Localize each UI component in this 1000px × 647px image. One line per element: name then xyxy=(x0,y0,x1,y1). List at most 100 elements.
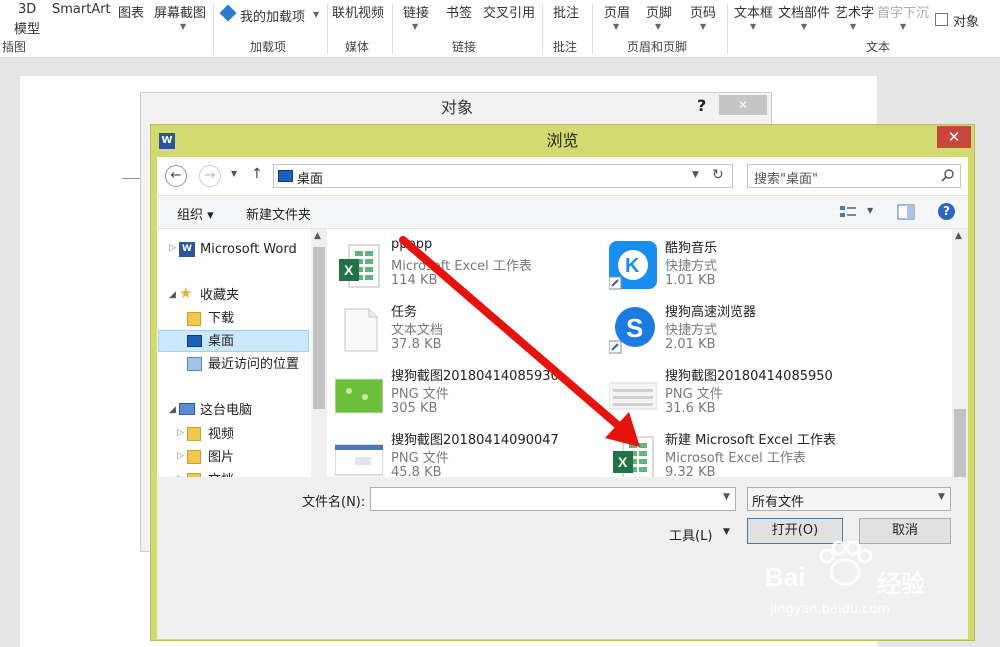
ribbon-separator xyxy=(592,4,593,54)
chevron-down-icon[interactable]: ▼ xyxy=(412,22,418,31)
filename-label: 文件名(N): xyxy=(302,495,366,510)
ribbon-separator xyxy=(327,4,328,54)
group-illustrations: 插图 xyxy=(2,40,27,54)
organize-button[interactable]: 组织 ▾ xyxy=(177,204,214,223)
ribbon-object[interactable]: 对象 xyxy=(953,11,979,30)
browse-titlebar[interactable]: W 浏览 ✕ xyxy=(151,125,974,157)
chevron-down-icon[interactable]: ▼ xyxy=(692,170,699,180)
ribbon-quick-parts[interactable]: 文档部件 xyxy=(778,2,830,21)
nav-this-pc[interactable]: 这台电脑 xyxy=(200,400,252,422)
nav-microsoft-word[interactable]: Microsoft Word xyxy=(200,239,297,261)
expand-icon[interactable]: ▷ xyxy=(177,428,184,438)
chevron-down-icon[interactable]: ▼ xyxy=(850,22,856,31)
filename-input[interactable]: ▼ xyxy=(370,487,736,511)
group-text: 文本 xyxy=(866,40,891,54)
scroll-up-icon[interactable]: ▲ xyxy=(955,231,962,241)
scroll-up-icon[interactable]: ▲ xyxy=(314,231,321,241)
margin-mark xyxy=(122,178,140,179)
ribbon: 3D 模型 SmartArt 图表 屏幕截图 ▼ 插图 我的加载项 ▼ 加载项 … xyxy=(0,0,1000,58)
new-folder-button[interactable]: 新建文件夹 xyxy=(246,204,311,223)
group-links: 链接 xyxy=(452,40,477,54)
close-button[interactable]: ✕ xyxy=(937,126,971,148)
nav-downloads[interactable]: 下载 xyxy=(208,308,234,330)
chevron-down-icon[interactable]: ▼ xyxy=(801,22,807,31)
baidu-watermark: Bai 经验 jingyan.baidu.com xyxy=(745,540,995,630)
ribbon-3d-model-line1[interactable]: 3D xyxy=(18,2,36,17)
chevron-down-icon[interactable]: ▼ xyxy=(655,22,661,31)
search-input[interactable]: 搜索"桌面" xyxy=(747,164,961,188)
filetype-select[interactable]: 所有文件 ▼ xyxy=(747,487,951,511)
nav-desktop[interactable]: 桌面 xyxy=(208,331,234,353)
star-icon: ★ xyxy=(179,284,193,302)
ribbon-separator xyxy=(542,4,543,54)
recent-locations-chevron-icon[interactable]: ▼ xyxy=(231,169,237,178)
search-icon[interactable] xyxy=(941,169,955,183)
desktop-icon xyxy=(187,335,202,347)
file-type: Microsoft Excel 工作表 xyxy=(665,451,806,466)
chevron-down-icon[interactable]: ▼ xyxy=(938,492,945,502)
file-size: 2.01 KB xyxy=(665,337,716,352)
ribbon-my-addins[interactable]: 我的加载项 xyxy=(240,6,305,25)
chevron-down-icon[interactable]: ▼ xyxy=(723,492,730,502)
ribbon-link[interactable]: 链接 xyxy=(403,2,429,21)
chevron-down-icon[interactable]: ▼ xyxy=(700,22,706,31)
watermark-url: jingyan.baidu.com xyxy=(770,602,890,617)
help-icon[interactable]: ? xyxy=(938,203,955,220)
object-dialog-close-button[interactable]: ✕ xyxy=(719,95,767,115)
chevron-down-icon[interactable]: ▼ xyxy=(180,22,186,31)
ribbon-textbox[interactable]: 文本框 xyxy=(734,2,773,21)
file-type: 快捷方式 xyxy=(665,259,718,274)
help-button[interactable]: ? xyxy=(697,96,706,115)
ribbon-bookmark[interactable]: 书签 xyxy=(446,2,472,21)
view-options-icon[interactable] xyxy=(839,204,857,220)
nav-videos[interactable]: 视频 xyxy=(208,424,234,446)
nav-favorites[interactable]: 收藏夹 xyxy=(200,285,239,307)
chevron-down-icon[interactable]: ▼ xyxy=(613,22,619,31)
object-dialog-title: 对象 xyxy=(440,98,473,117)
ribbon-chart[interactable]: 图表 xyxy=(118,2,144,21)
ribbon-online-video[interactable]: 联机视频 xyxy=(332,2,384,21)
nav-pictures[interactable]: 图片 xyxy=(208,447,234,469)
refresh-icon[interactable]: ↻ xyxy=(712,167,724,183)
store-icon xyxy=(219,4,237,22)
tools-button[interactable]: 工具(L) xyxy=(669,525,712,544)
ribbon-smartart[interactable]: SmartArt xyxy=(52,2,111,17)
image-green-icon xyxy=(334,369,384,419)
ribbon-header[interactable]: 页眉 xyxy=(604,2,630,21)
ribbon-3d-model-line2[interactable]: 模型 xyxy=(14,18,40,37)
expand-icon[interactable]: ▷ xyxy=(177,451,184,461)
watermark-brand-cn: 经验 xyxy=(877,570,925,598)
address-text: 桌面 xyxy=(297,172,324,187)
ribbon-comment[interactable]: 批注 xyxy=(553,2,579,21)
chevron-down-icon[interactable]: ▼ xyxy=(750,22,756,31)
ribbon-dropcap: 首字下沉 xyxy=(877,6,930,21)
forward-button[interactable]: → xyxy=(199,165,221,187)
preview-pane-icon[interactable] xyxy=(897,204,915,220)
ribbon-footer[interactable]: 页脚 xyxy=(646,2,672,21)
chevron-down-icon[interactable]: ▼ xyxy=(723,527,730,537)
collapse-icon[interactable]: ◢ xyxy=(169,405,176,415)
image-window-icon xyxy=(334,433,384,483)
cancel-label: 取消 xyxy=(891,523,918,538)
ribbon-separator xyxy=(392,4,393,54)
ribbon-screenshot[interactable]: 屏幕截图 xyxy=(154,2,206,21)
address-bar[interactable]: 桌面 ▼ ↻ xyxy=(273,164,733,188)
ribbon-separator xyxy=(727,4,728,54)
collapse-icon[interactable]: ◢ xyxy=(169,290,176,300)
nav-scroll-thumb[interactable] xyxy=(313,247,325,409)
ribbon-wordart[interactable]: 艺术字 xyxy=(835,2,874,21)
back-button[interactable]: ← xyxy=(165,165,187,187)
ribbon-page-number[interactable]: 页码 xyxy=(690,2,716,21)
excel-icon: X xyxy=(335,241,383,291)
nav-recent[interactable]: 最近访问的位置 xyxy=(208,354,299,376)
ribbon-separator xyxy=(213,4,214,54)
chevron-down-icon[interactable]: ▼ xyxy=(867,206,873,215)
watermark-brand: Bai xyxy=(765,562,806,592)
expand-icon[interactable]: ▷ xyxy=(169,243,176,253)
up-button[interactable]: ↑ xyxy=(251,166,263,182)
ribbon-crossref[interactable]: 交叉引用 xyxy=(483,2,535,21)
object-icon xyxy=(935,13,948,26)
group-header-footer: 页眉和页脚 xyxy=(627,40,688,54)
open-label: 打开(O) xyxy=(771,523,819,538)
chevron-down-icon[interactable]: ▼ xyxy=(313,10,319,19)
